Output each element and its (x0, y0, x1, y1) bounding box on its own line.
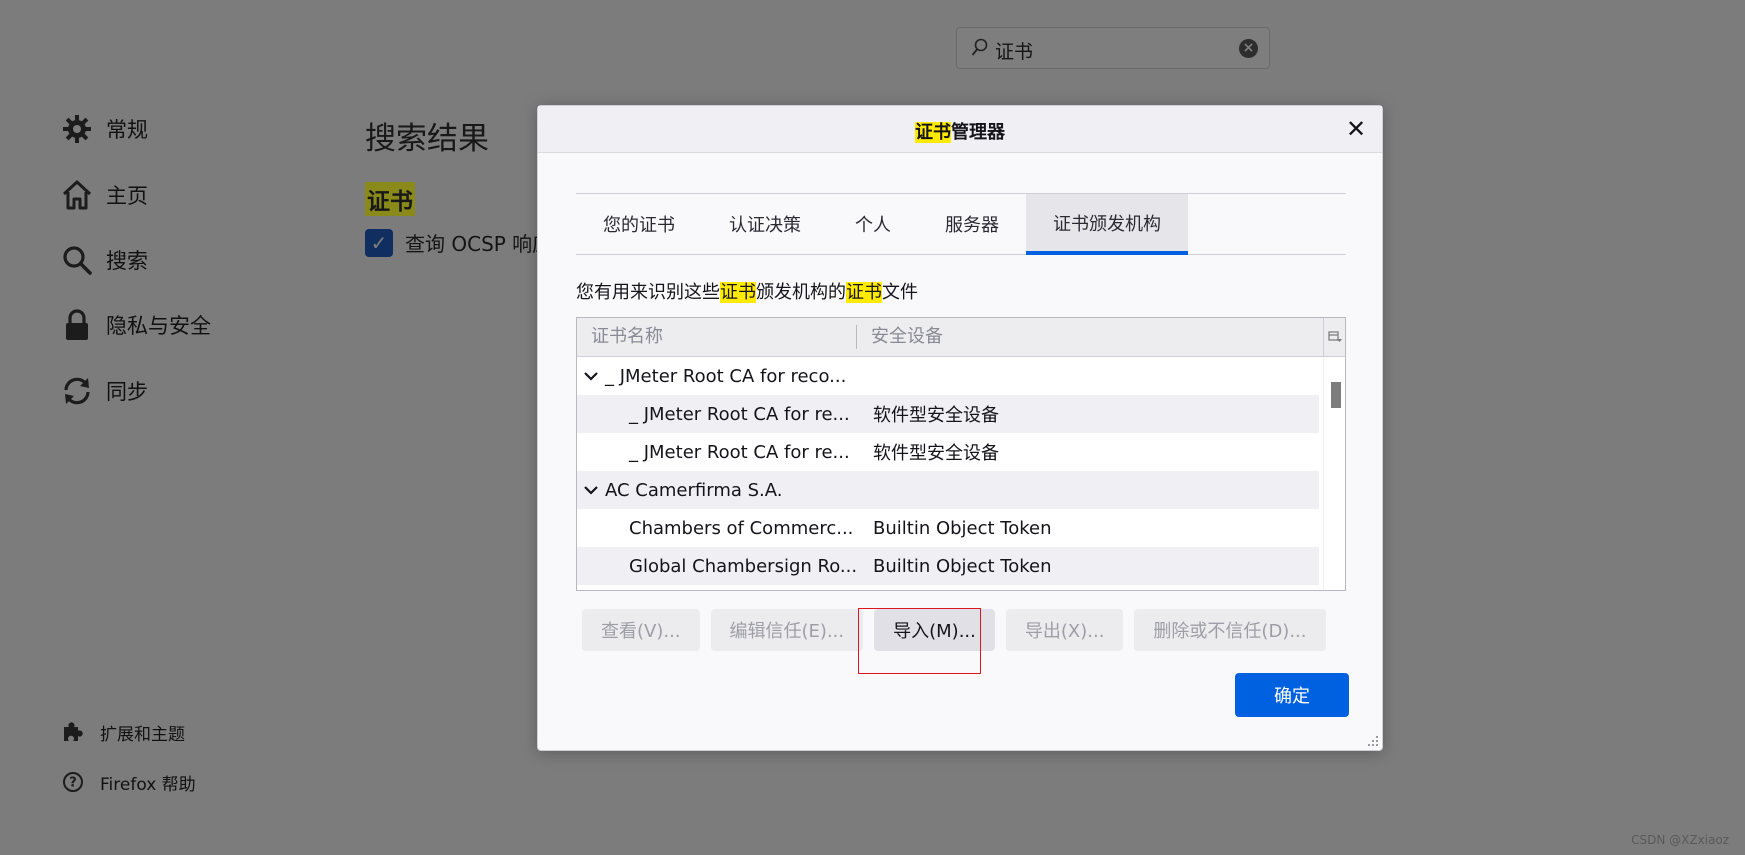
puzzle-icon (60, 719, 86, 745)
desc-part3: 文件 (882, 282, 918, 303)
ocsp-checkbox-row: ✓ 查询 OCSP 响应 (365, 228, 552, 257)
tab-authentication-decisions[interactable]: 认证决策 (702, 194, 828, 254)
watermark: CSDN @XZxiaoz (1631, 833, 1729, 847)
nav-extensions-label: 扩展和主题 (100, 724, 185, 745)
desc-highlight-2: 证书 (846, 282, 882, 303)
tree-cell-device: 软件型安全设备 (873, 405, 999, 426)
tree-row[interactable]: Global Chambersign Ro... Builtin Object … (577, 547, 1319, 585)
lock-icon (60, 308, 94, 342)
tab-bar: 您的证书 认证决策 个人 服务器 证书颁发机构 (576, 193, 1346, 255)
export-button[interactable]: 导出(X)... (1005, 609, 1124, 651)
tree-cell-name: _ JMeter Root CA for reco... (605, 365, 847, 387)
column-picker-icon[interactable] (1323, 318, 1345, 356)
tree-header: 证书名称 安全设备 (577, 318, 1345, 357)
tree-cell-device: Builtin Object Token (873, 555, 1052, 577)
nav-privacy: 隐私与安全 (60, 305, 211, 345)
delete-distrust-button[interactable]: 删除或不信任(D)... (1134, 609, 1326, 651)
tab-people[interactable]: 个人 (828, 194, 918, 254)
nav-home: 主页 (60, 175, 148, 215)
tree-scrollbar[interactable] (1323, 357, 1345, 590)
chevron-down-icon[interactable] (577, 485, 605, 495)
gear-icon (60, 112, 94, 146)
certificate-tree[interactable]: 证书名称 安全设备 _ JMeter Root CA for reco... _… (576, 317, 1346, 591)
section-heading-certificates: 证书 (365, 182, 415, 216)
search-icon (971, 38, 988, 56)
tree-row[interactable]: Chambers of Commerc... Builtin Object To… (577, 509, 1319, 547)
sync-icon (60, 374, 94, 408)
tab-authorities[interactable]: 证书颁发机构 (1026, 194, 1188, 255)
nav-search-label: 搜索 (106, 249, 148, 273)
svg-text:?: ? (69, 776, 77, 791)
tab-servers[interactable]: 服务器 (918, 194, 1026, 254)
nav-help: ? Firefox 帮助 (60, 762, 196, 802)
tab-description: 您有用来识别这些证书颁发机构的证书文件 (576, 278, 918, 304)
nav-extensions: 扩展和主题 (60, 712, 185, 752)
annotation-highlight-box (858, 608, 981, 674)
resize-grip-icon[interactable] (1367, 735, 1379, 747)
nav-sync: 同步 (60, 371, 148, 411)
tree-rows: _ JMeter Root CA for reco... _ JMeter Ro… (577, 357, 1319, 585)
nav-search: 搜索 (60, 240, 148, 280)
tab-your-certificates[interactable]: 您的证书 (576, 194, 702, 254)
certificate-manager-dialog: 证书管理器 ✕ 您的证书 认证决策 个人 服务器 证书颁发机构 您有用来识别这些… (537, 105, 1383, 751)
column-header-name[interactable]: 证书名称 (577, 325, 857, 349)
tree-cell-name: Global Chambersign Ro... (629, 555, 858, 577)
settings-search-field: 证书 × (956, 27, 1270, 69)
tree-cell-device: 软件型安全设备 (873, 443, 999, 464)
tree-cell-name: _ JMeter Root CA for re... (629, 441, 850, 463)
tree-cell-name: _ JMeter Root CA for re... (629, 403, 850, 425)
chevron-down-icon[interactable] (577, 371, 605, 381)
search-results-title: 搜索结果 (365, 121, 489, 157)
search-icon (60, 243, 94, 277)
close-icon[interactable]: ✕ (1344, 117, 1368, 141)
tree-cell-device: Builtin Object Token (873, 517, 1052, 539)
tree-row[interactable]: _ JMeter Root CA for re... 软件型安全设备 (577, 395, 1319, 433)
nav-home-label: 主页 (106, 184, 148, 208)
nav-help-label: Firefox 帮助 (100, 774, 196, 795)
dialog-header: 证书管理器 ✕ (538, 106, 1382, 153)
tree-row-group[interactable]: _ JMeter Root CA for reco... (577, 357, 1319, 395)
column-header-device[interactable]: 安全设备 (857, 325, 943, 349)
nav-sync-label: 同步 (106, 380, 148, 404)
help-icon: ? (60, 769, 86, 795)
tree-row-group[interactable]: AC Camerfirma S.A. (577, 471, 1319, 509)
view-button[interactable]: 查看(V)... (582, 609, 700, 651)
nav-privacy-label: 隐私与安全 (106, 314, 211, 338)
ocsp-checkbox-label: 查询 OCSP 响应 (405, 232, 553, 256)
tree-cell-name: Chambers of Commerc... (629, 517, 854, 539)
desc-part2: 颁发机构的 (756, 282, 846, 303)
checkbox-checked-icon: ✓ (365, 228, 393, 257)
settings-search-value: 证书 (995, 41, 1034, 63)
tree-cell-name: AC Camerfirma S.A. (605, 479, 783, 501)
scrollbar-thumb[interactable] (1331, 382, 1341, 408)
desc-part1: 您有用来识别这些 (576, 282, 720, 303)
dialog-title: 证书管理器 (538, 118, 1382, 144)
desc-highlight-1: 证书 (720, 282, 756, 303)
nav-general: 常规 (60, 109, 148, 149)
tree-row[interactable]: _ JMeter Root CA for re... 软件型安全设备 (577, 433, 1319, 471)
ok-button[interactable]: 确定 (1235, 673, 1349, 717)
dialog-title-highlight: 证书 (915, 122, 951, 143)
edit-trust-button[interactable]: 编辑信任(E)... (710, 609, 864, 651)
home-icon (60, 178, 94, 212)
dialog-title-rest: 管理器 (951, 122, 1005, 143)
nav-general-label: 常规 (106, 118, 148, 142)
clear-search-icon: × (1239, 39, 1258, 58)
